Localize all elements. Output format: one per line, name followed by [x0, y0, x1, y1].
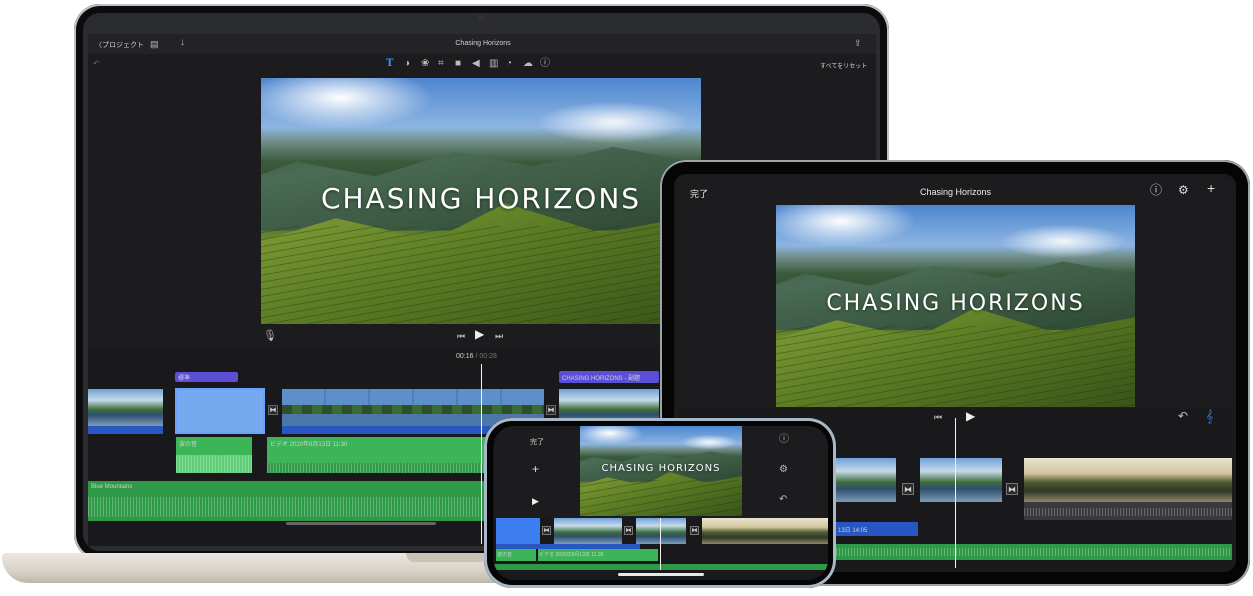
transition-icon[interactable]: ⧓ [1006, 483, 1018, 495]
equalizer-icon[interactable]: ▥ [489, 59, 498, 69]
back-to-projects-button[interactable]: 〈プロジェクト [95, 40, 144, 50]
noise-icon[interactable]: ☁ [523, 59, 533, 69]
transition-icon[interactable]: ⧓ [546, 405, 556, 415]
ipad-playhead[interactable] [955, 418, 956, 568]
ipad-clip-label: 13日 14:05 [838, 528, 868, 534]
transition-icon[interactable]: ⧓ [268, 405, 278, 415]
iphone-screen: 完了 + ▶ ⓘ ⚙ ↶ CHASING HORIZONS ⧓ ⧓ ⧓ 波の音 … [494, 426, 828, 580]
reset-all-button[interactable]: すべてをリセット [820, 61, 867, 70]
title-clip[interactable]: 標準 [175, 372, 238, 382]
share-icon[interactable]: ⇪ [854, 38, 862, 48]
ipad-music-track[interactable] [836, 544, 1232, 560]
text-icon[interactable]: T [386, 59, 393, 69]
camera-icon[interactable]: ■ [455, 59, 461, 69]
gear-icon[interactable]: ⚙ [779, 465, 788, 475]
undo-icon[interactable]: ↶ [779, 495, 787, 505]
play-icon[interactable]: ▶ [966, 410, 975, 422]
iphone-video-clip-3[interactable] [702, 518, 828, 544]
plus-icon[interactable]: + [532, 463, 539, 475]
ipad-video-title-text: CHASING HORIZONS [826, 291, 1085, 316]
video-clip[interactable] [88, 389, 163, 426]
plus-icon[interactable]: + [1207, 181, 1215, 195]
volume-icon[interactable]: ◀ [472, 59, 480, 69]
filter-icon[interactable]: ◑ [404, 59, 410, 69]
audio-clip-waves[interactable]: 波の音 [176, 437, 252, 473]
iphone-done-button[interactable]: 完了 [530, 437, 544, 447]
layout-icon[interactable]: ▤ [150, 39, 159, 49]
transition-icon[interactable]: ⧓ [690, 526, 699, 535]
title-clip-2-label: CHASING HORIZONS - 副題 [562, 376, 641, 382]
video-viewer: CHASING HORIZONS [261, 78, 701, 324]
crop-icon[interactable]: ⌗ [438, 59, 444, 69]
selected-background-clip[interactable] [175, 388, 265, 434]
mic-icon[interactable]: 🎙 [263, 331, 277, 342]
timecode-total: 00:28 [479, 353, 497, 360]
speed-icon[interactable]: ◔ [506, 59, 512, 69]
iphone-video-viewer: CHASING HORIZONS [580, 426, 742, 516]
gear-icon[interactable]: ⚙ [1178, 184, 1189, 196]
timecode: 00:16 / 00:28 [456, 353, 497, 360]
iphone-audio-waves-label: 波の音 [497, 552, 513, 558]
video-title-text: CHASING HORIZONS [320, 182, 642, 215]
iphone-video-clip[interactable] [554, 518, 622, 544]
timecode-current: 00:16 [456, 353, 474, 360]
camera-dot [478, 15, 484, 21]
inspector-tools: T ◑ ❀ ⌗ ■ ◀ ▥ ◔ ☁ ⓘ [384, 59, 564, 71]
iphone-selected-clip[interactable] [496, 518, 540, 544]
transition-icon[interactable]: ⧓ [902, 483, 914, 495]
transition-icon[interactable]: ⧓ [542, 526, 551, 535]
timeline-scrollbar[interactable] [286, 522, 436, 525]
info-icon[interactable]: ⓘ [540, 59, 550, 69]
title-clip-label: 標準 [178, 376, 191, 382]
ipad-project-title: Chasing Horizons [919, 187, 992, 197]
play-icon[interactable]: ▶ [532, 496, 539, 506]
iphone-audio-video-label: ビデオ 2020年8月13日 11:30 [539, 552, 604, 558]
ipad-done-button[interactable]: 完了 [690, 187, 708, 200]
music-track-label: Blue Mountains [91, 484, 133, 490]
undo-icon[interactable]: ↶ [1178, 410, 1188, 422]
playhead[interactable] [481, 364, 482, 544]
color-icon[interactable]: ❀ [421, 59, 429, 69]
transition-icon[interactable]: ⧓ [624, 526, 633, 535]
download-icon[interactable]: ↓ [180, 38, 185, 48]
play-icon[interactable]: ▶ [475, 328, 484, 340]
ipad-clip-audio [1024, 502, 1232, 520]
help-icon[interactable]: ⓘ [779, 435, 789, 445]
ipad-video-clip[interactable] [836, 458, 896, 502]
ipad-video-viewer: CHASING HORIZONS [776, 205, 1135, 407]
undo-icon[interactable]: ↶ [93, 59, 100, 69]
timecode-separator: / [475, 353, 478, 360]
iphone-audio-waves[interactable]: 波の音 [496, 549, 536, 561]
iphone-video-title-text: CHASING HORIZONS [601, 463, 721, 474]
iphone-music-track[interactable] [494, 564, 828, 570]
home-indicator[interactable] [618, 573, 704, 576]
title-clip-2[interactable]: CHASING HORIZONS - 副題 [559, 371, 659, 383]
waveform-icon[interactable]: 𝄞 [1206, 410, 1213, 422]
audio-clip-video-label: ビデオ 2020年8月13日 11:30 [270, 442, 348, 448]
iphone-audio-video[interactable]: ビデオ 2020年8月13日 11:30 [538, 549, 658, 561]
project-title: Chasing Horizons [455, 40, 511, 47]
audio-clip-waves-label: 波の音 [179, 442, 198, 448]
iphone-video-clip-2[interactable] [636, 518, 686, 544]
skip-back-icon[interactable]: ⏮ [934, 412, 942, 422]
iphone-playhead[interactable] [660, 518, 661, 570]
help-icon[interactable]: ⓘ [1150, 184, 1162, 196]
ipad-clip-bar[interactable]: 13日 14:05 [836, 522, 918, 536]
skip-back-icon[interactable]: ⏮ [457, 331, 465, 341]
clip-audio-bar [88, 426, 163, 434]
skip-forward-icon[interactable]: ⏭ [495, 331, 503, 341]
ipad-video-clip-3[interactable] [1024, 458, 1232, 502]
ipad-video-clip-2[interactable] [920, 458, 1002, 502]
